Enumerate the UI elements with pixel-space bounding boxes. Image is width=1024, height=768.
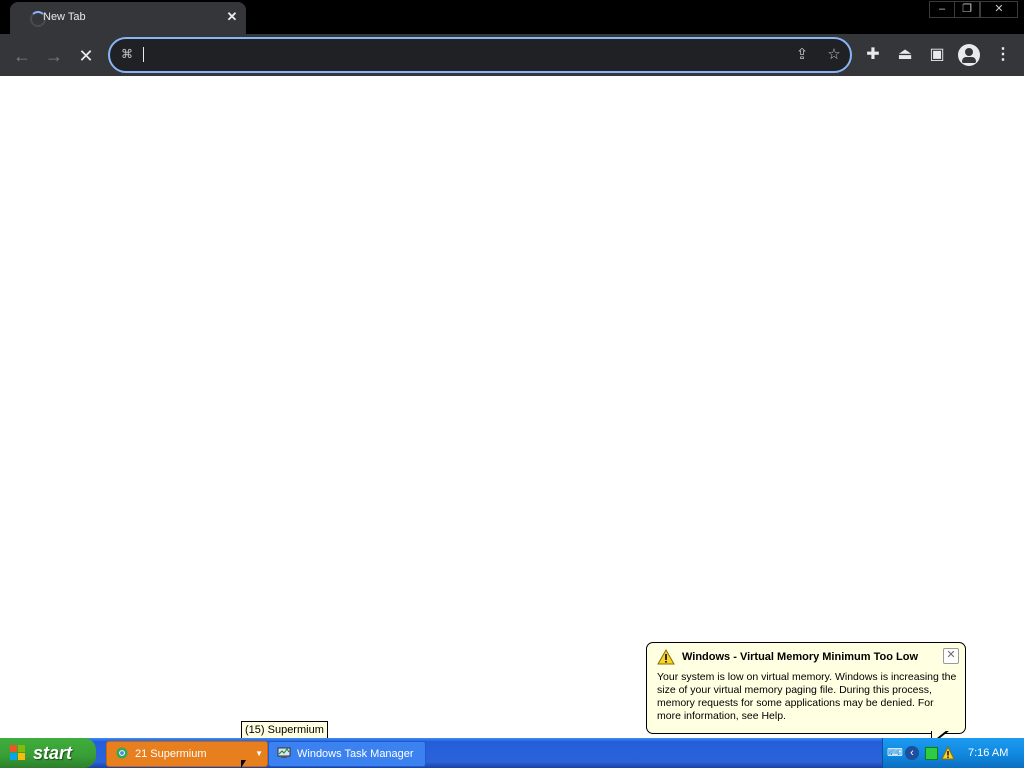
- start-label: start: [33, 743, 73, 763]
- chevron-down-icon: ▼: [255, 749, 263, 758]
- text-caret: [143, 47, 144, 62]
- taskbar-button-label: 21 Supermium: [135, 748, 207, 760]
- forward-arrow-icon[interactable]: →: [42, 44, 66, 68]
- notification-balloon: Windows - Virtual Memory Minimum Too Low…: [646, 642, 966, 734]
- task-manager-icon: [277, 747, 291, 758]
- more-vert-icon[interactable]: ⋮: [992, 44, 1014, 66]
- start-button[interactable]: start: [0, 738, 96, 768]
- share-icon[interactable]: ⇪: [792, 45, 812, 65]
- site-info-icon[interactable]: ⌘: [120, 47, 134, 61]
- warning-icon: [657, 649, 675, 665]
- taskbar-button-task-manager[interactable]: Windows Task Manager: [268, 741, 426, 767]
- balloon-close-button[interactable]: ✕: [943, 648, 959, 664]
- tab-new-tab[interactable]: New Tab ✕: [10, 2, 246, 34]
- address-bar[interactable]: ⌘ ⇪ ☆: [108, 37, 852, 73]
- network-icon[interactable]: [925, 747, 938, 760]
- back-arrow-icon[interactable]: ←: [10, 44, 34, 68]
- stop-icon[interactable]: ✕: [74, 44, 98, 68]
- keyboard-icon[interactable]: ⌨: [887, 746, 903, 760]
- balloon-body[interactable]: Your system is low on virtual memory. Wi…: [657, 671, 957, 723]
- tab-title: New Tab: [43, 11, 86, 23]
- page-content: [0, 76, 1024, 738]
- warning-icon[interactable]: [941, 746, 955, 760]
- balloon-title: Windows - Virtual Memory Minimum Too Low: [682, 651, 918, 663]
- omnibox-input[interactable]: [148, 45, 752, 67]
- taskbar-button-label: Windows Task Manager: [297, 748, 414, 760]
- minimize-button[interactable]: –: [929, 1, 955, 18]
- flask-icon[interactable]: ⏏: [894, 44, 916, 66]
- star-icon[interactable]: ☆: [824, 45, 844, 65]
- side-panel-icon[interactable]: ▣: [926, 44, 948, 66]
- clock[interactable]: 7:16 AM: [968, 738, 1008, 768]
- sound-icon[interactable]: ‹: [905, 746, 919, 760]
- windows-logo-icon: [10, 745, 26, 761]
- profile-icon[interactable]: [958, 44, 980, 66]
- browser-icon: [116, 747, 128, 759]
- taskbar: start 21 Supermium ▼ Windows Task Manage…: [0, 738, 1024, 768]
- mouse-cursor-icon: [241, 760, 246, 768]
- tab-close-icon[interactable]: ✕: [224, 9, 240, 25]
- puzzle-icon[interactable]: ✚: [862, 44, 884, 66]
- browser-titlebar: New Tab ✕ – ❐ ✕: [0, 0, 1024, 34]
- window-close-button[interactable]: ✕: [980, 1, 1018, 18]
- restore-button[interactable]: ❐: [954, 1, 980, 18]
- browser-toolbar: ← → ✕ ⌘ ⇪ ☆ ✚ ⏏ ▣ ⋮: [0, 34, 1024, 76]
